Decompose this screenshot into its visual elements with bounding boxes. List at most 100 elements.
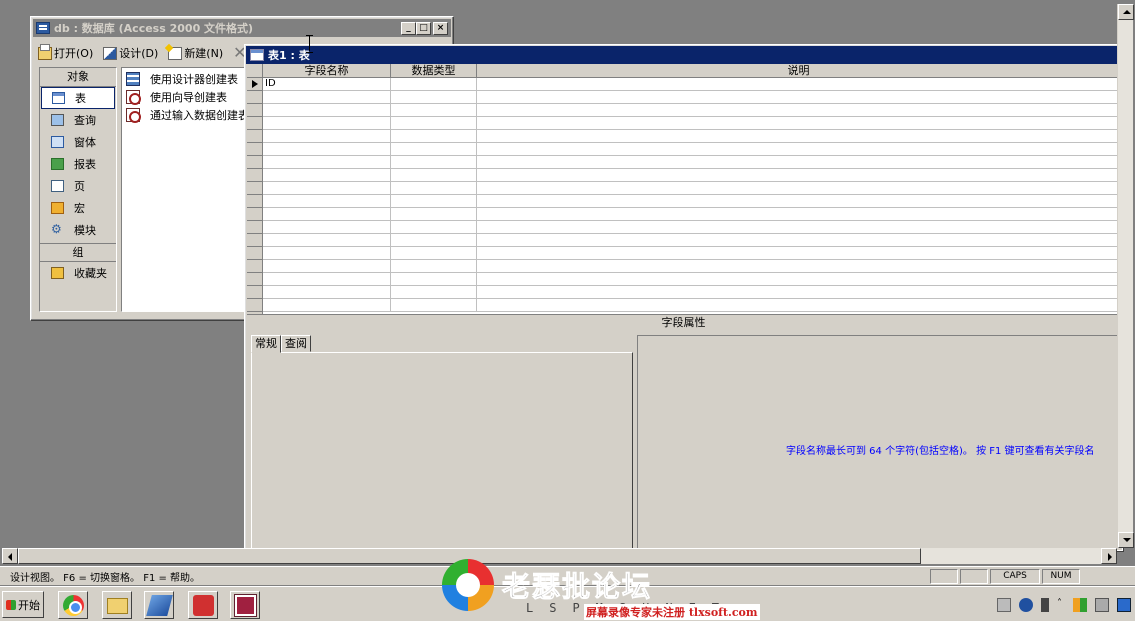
description-cell[interactable] — [477, 182, 1120, 194]
start-button[interactable]: 开始 — [2, 591, 44, 618]
minimize-button[interactable]: _ — [401, 21, 416, 35]
objects-item-reports[interactable]: 报表 — [41, 153, 115, 175]
row-selector[interactable] — [247, 117, 262, 130]
taskbar-app-access[interactable] — [230, 591, 260, 619]
taskbar-app-explorer[interactable] — [102, 591, 132, 619]
maximize-button[interactable]: □ — [416, 21, 431, 35]
data-type-cell[interactable] — [391, 286, 477, 298]
taskbar-app-chrome[interactable] — [58, 591, 88, 619]
taskbar-app-book[interactable] — [144, 591, 174, 619]
field-name-cell[interactable] — [263, 143, 391, 155]
description-cell[interactable] — [477, 234, 1120, 246]
row-selector[interactable] — [247, 143, 262, 156]
row-selector[interactable] — [247, 195, 262, 208]
description-cell[interactable] — [477, 260, 1120, 272]
data-type-cell[interactable] — [391, 208, 477, 220]
horizontal-scrollbar[interactable] — [2, 548, 1117, 564]
data-type-cell[interactable] — [391, 169, 477, 181]
field-name-cell[interactable] — [263, 247, 391, 259]
row-selector[interactable] — [247, 169, 262, 182]
description-cell[interactable] — [477, 117, 1120, 129]
row-selector[interactable] — [247, 247, 262, 260]
design-button[interactable]: 设计(D) — [100, 44, 161, 62]
new-button[interactable]: 新建(N) — [165, 44, 226, 62]
description-cell[interactable] — [477, 169, 1120, 181]
row-selector[interactable] — [247, 260, 262, 273]
description-cell[interactable] — [477, 143, 1120, 155]
field-name-cell[interactable] — [263, 273, 391, 285]
objects-item-macros[interactable]: 宏 — [41, 197, 115, 219]
data-type-cell[interactable] — [391, 117, 477, 129]
column-header-field-name[interactable]: 字段名称 — [263, 64, 391, 78]
groups-header[interactable]: 组 — [40, 243, 116, 262]
tab-lookup[interactable]: 查阅 — [281, 335, 311, 352]
data-type-cell[interactable] — [391, 182, 477, 194]
open-button[interactable]: 打开(O) — [35, 43, 96, 62]
data-type-cell[interactable] — [391, 221, 477, 233]
data-type-cell[interactable] — [391, 260, 477, 272]
data-type-cell[interactable] — [391, 247, 477, 259]
row-selector[interactable] — [247, 156, 262, 169]
monitor-icon[interactable] — [1117, 598, 1131, 612]
description-cell[interactable] — [477, 273, 1120, 285]
scroll-down-button[interactable] — [1118, 532, 1134, 548]
field-name-cell[interactable] — [263, 156, 391, 168]
groups-item-favorites[interactable]: 收藏夹 — [41, 262, 115, 284]
field-name-cell[interactable] — [263, 234, 391, 246]
horizontal-scroll-thumb[interactable] — [18, 548, 921, 564]
tab-general[interactable]: 常规 — [251, 335, 281, 353]
row-selector[interactable] — [247, 208, 262, 221]
objects-item-forms[interactable]: 窗体 — [41, 131, 115, 153]
row-selector[interactable] — [247, 182, 262, 195]
scroll-up-button[interactable] — [1118, 4, 1134, 20]
field-name-cell[interactable] — [263, 208, 391, 220]
objects-item-pages[interactable]: 页 — [41, 175, 115, 197]
data-type-cell[interactable] — [391, 156, 477, 168]
row-selector[interactable] — [247, 130, 262, 143]
description-cell[interactable] — [477, 286, 1120, 298]
field-name-cell[interactable] — [263, 221, 391, 233]
description-cell[interactable] — [477, 91, 1120, 103]
chevron-up-icon[interactable]: ˄ — [1057, 598, 1065, 612]
objects-header[interactable]: 对象 — [40, 68, 116, 87]
data-type-cell[interactable] — [391, 91, 477, 103]
description-cell[interactable] — [477, 156, 1120, 168]
row-selector[interactable] — [247, 286, 262, 299]
field-name-cell[interactable]: ID — [263, 78, 391, 90]
row-selector[interactable] — [247, 91, 262, 104]
row-selector[interactable] — [247, 234, 262, 247]
description-cell[interactable] — [477, 208, 1120, 220]
row-selector[interactable] — [247, 299, 262, 312]
field-name-cell[interactable] — [263, 260, 391, 272]
field-name-cell[interactable] — [263, 130, 391, 142]
description-cell[interactable] — [477, 130, 1120, 142]
field-name-cell[interactable] — [263, 182, 391, 194]
description-cell[interactable] — [477, 104, 1120, 116]
pin-icon[interactable] — [1041, 598, 1049, 612]
database-window-titlebar[interactable]: db : 数据库 (Access 2000 文件格式) _ □ × — [33, 19, 451, 37]
description-cell[interactable] — [477, 78, 1120, 90]
data-type-cell[interactable] — [391, 104, 477, 116]
field-name-cell[interactable] — [263, 117, 391, 129]
data-type-cell[interactable] — [391, 195, 477, 207]
row-selector[interactable] — [247, 273, 262, 286]
data-type-cell[interactable] — [391, 234, 477, 246]
data-type-cell[interactable] — [391, 273, 477, 285]
description-cell[interactable] — [477, 221, 1120, 233]
field-name-cell[interactable] — [263, 104, 391, 116]
field-name-cell[interactable] — [263, 195, 391, 207]
field-name-cell[interactable] — [263, 169, 391, 181]
data-type-cell[interactable] — [391, 130, 477, 142]
field-name-cell[interactable] — [263, 299, 391, 311]
objects-item-tables[interactable]: 表 — [41, 87, 115, 109]
language-icon[interactable] — [1073, 598, 1087, 612]
scroll-left-button[interactable] — [2, 548, 18, 564]
row-selector[interactable] — [247, 104, 262, 117]
help-icon[interactable] — [1019, 598, 1033, 612]
description-cell[interactable] — [477, 247, 1120, 259]
taskbar-app-recorder[interactable] — [188, 591, 218, 619]
column-header-data-type[interactable]: 数据类型 — [391, 64, 477, 78]
objects-item-modules[interactable]: ⚙ 模块 — [41, 219, 115, 241]
data-type-cell[interactable] — [391, 143, 477, 155]
description-cell[interactable] — [477, 195, 1120, 207]
